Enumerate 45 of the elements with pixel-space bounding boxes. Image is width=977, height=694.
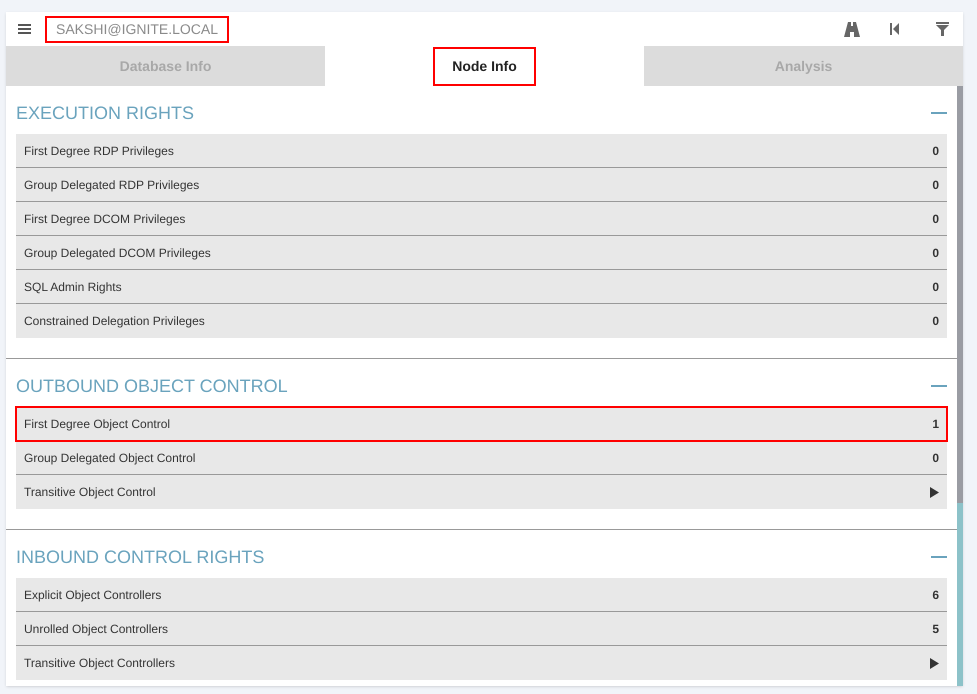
row-count: 0 bbox=[932, 244, 939, 262]
menu-icon[interactable] bbox=[18, 23, 31, 35]
row-label: Constrained Delegation Privileges bbox=[24, 313, 205, 330]
row-label: Unrolled Object Controllers bbox=[24, 620, 168, 638]
list-row[interactable]: First Degree Object Control 1 bbox=[16, 407, 947, 441]
row-count: 0 bbox=[932, 313, 939, 330]
play-icon bbox=[930, 486, 939, 498]
list-row[interactable]: Group Delegated Object Control 0 bbox=[16, 441, 947, 475]
row-count: 0 bbox=[932, 450, 939, 466]
list-row[interactable]: Unrolled Object Controllers 5 bbox=[16, 612, 947, 646]
filter-icon[interactable] bbox=[936, 22, 949, 36]
list-row[interactable]: First Degree DCOM Privileges 0 bbox=[16, 202, 947, 236]
row-label: First Degree DCOM Privileges bbox=[24, 210, 186, 228]
section-title: INBOUND CONTROL RIGHTS bbox=[16, 546, 264, 568]
row-label: Group Delegated Object Control bbox=[24, 450, 196, 466]
row-label: Transitive Object Controllers bbox=[24, 655, 175, 672]
row-label: Group Delegated DCOM Privileges bbox=[24, 244, 211, 262]
scrollbar[interactable] bbox=[957, 86, 963, 686]
row-count: 6 bbox=[932, 586, 939, 604]
list-row[interactable]: Constrained Delegation Privileges 0 bbox=[16, 304, 947, 338]
row-label: First Degree Object Control bbox=[24, 416, 170, 432]
row-label: Group Delegated RDP Privileges bbox=[24, 176, 200, 194]
list-row[interactable]: Group Delegated RDP Privileges 0 bbox=[16, 168, 947, 202]
row-label: SQL Admin Rights bbox=[24, 278, 122, 296]
list-row[interactable]: Transitive Object Control bbox=[16, 475, 947, 509]
row-count: 0 bbox=[932, 278, 939, 296]
row-label: Transitive Object Control bbox=[24, 484, 156, 501]
row-count: 0 bbox=[932, 210, 939, 228]
section-title: EXECUTION RIGHTS bbox=[16, 102, 194, 124]
list-row[interactable]: Explicit Object Controllers 6 bbox=[16, 578, 947, 612]
row-count: 1 bbox=[932, 416, 939, 432]
row-label: First Degree RDP Privileges bbox=[24, 142, 174, 160]
node-title: SAKSHI@IGNITE.LOCAL bbox=[45, 16, 230, 42]
list-row[interactable]: Group Delegated DCOM Privileges 0 bbox=[16, 236, 947, 270]
play-icon bbox=[930, 658, 939, 668]
row-label: Explicit Object Controllers bbox=[24, 586, 162, 604]
row-count: 0 bbox=[932, 142, 939, 160]
section-title: OUTBOUND OBJECT CONTROL bbox=[16, 374, 288, 398]
list-row[interactable]: First Degree RDP Privileges 0 bbox=[16, 134, 947, 168]
row-count: 0 bbox=[932, 176, 939, 194]
row-count: 5 bbox=[932, 620, 939, 638]
list-row[interactable]: Transitive Object Controllers bbox=[16, 646, 947, 680]
skip-back-icon[interactable] bbox=[890, 23, 900, 35]
list-row[interactable]: SQL Admin Rights 0 bbox=[16, 270, 947, 304]
road-icon[interactable] bbox=[844, 22, 860, 36]
